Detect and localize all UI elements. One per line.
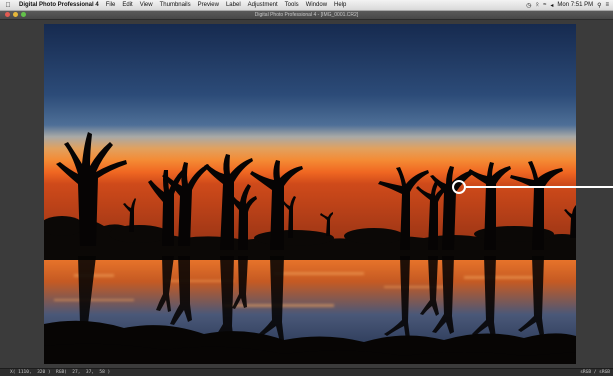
menu-thumbnails[interactable]: Thumbnails: [157, 2, 195, 8]
volume-icon[interactable]: ◂: [550, 2, 553, 9]
menu-adjustment[interactable]: Adjustment: [245, 2, 282, 8]
menu-help[interactable]: Help: [331, 2, 350, 8]
menu-file[interactable]: File: [103, 2, 120, 8]
menu-bar:  Digital Photo Professional 4 File Edit…: [0, 0, 613, 11]
menu-clock[interactable]: Mon 7:51 PM: [557, 2, 593, 8]
status-bar: X( 1110, 320 ) RGB( 27, 37, 58 ) sRGB / …: [0, 368, 613, 376]
menu-app[interactable]: Digital Photo Professional 4: [16, 2, 103, 8]
window-title: Digital Photo Professional 4 - [IMG_0001…: [254, 12, 359, 18]
menu-window[interactable]: Window: [303, 2, 331, 8]
status-menus: ◷ ᛟ ≈ ◂ Mon 7:51 PM ⚲ ≡: [526, 2, 613, 9]
pointer-guide-line: [466, 186, 613, 188]
time-machine-icon[interactable]: ◷: [526, 2, 531, 9]
image-viewer[interactable]: [0, 20, 613, 368]
menu-edit[interactable]: Edit: [119, 2, 136, 8]
apple-menu-icon[interactable]: : [0, 2, 16, 9]
color-space-readout: sRGB / sRGB: [580, 370, 610, 375]
baobab-sunset-photo[interactable]: [44, 24, 576, 364]
cursor-coordinates-readout: X( 1110, 320 ) RGB( 27, 37, 58 ): [10, 370, 111, 375]
wifi-icon[interactable]: ≈: [543, 2, 546, 8]
menu-view[interactable]: View: [137, 2, 157, 8]
menu-tools[interactable]: Tools: [282, 2, 303, 8]
window-title-bar: Digital Photo Professional 4 - [IMG_0001…: [0, 11, 613, 20]
pointer-cursor-ring: [452, 180, 466, 194]
spotlight-search-icon[interactable]: ⚲: [597, 2, 601, 9]
menu-preview[interactable]: Preview: [195, 2, 223, 8]
bluetooth-icon[interactable]: ᛟ: [535, 2, 539, 8]
menu-label[interactable]: Label: [223, 2, 245, 8]
notification-center-icon[interactable]: ≡: [605, 2, 609, 8]
